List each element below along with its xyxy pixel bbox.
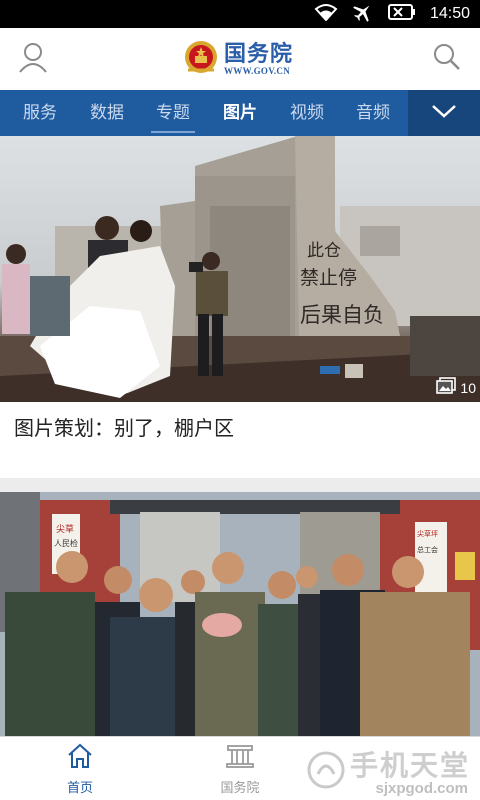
search-icon[interactable]	[432, 42, 462, 76]
watermark: 手机天堂 sjxpgod.com	[296, 744, 476, 800]
home-icon	[66, 743, 94, 773]
tab-services[interactable]: 服务	[12, 90, 68, 136]
sign-text-4: 总工会	[417, 545, 438, 554]
gov-logo: 国务院 WWW.GOV.CN	[184, 40, 293, 80]
wall-graffiti-3: 后果自负	[300, 303, 384, 327]
tab-audio[interactable]: 音频	[345, 90, 401, 136]
category-nav: 服务 数据 专题 图片 视频 音频	[0, 90, 480, 136]
card-caption[interactable]: 图片策划：别了，棚户区	[14, 412, 234, 441]
wall-graffiti-2: 禁止停	[300, 267, 357, 289]
photo-card[interactable]: 此仓 禁止停 后果自负 10 图片策划：别了，棚户区	[0, 136, 480, 478]
watermark-logo-icon	[306, 750, 346, 794]
battery-icon	[387, 4, 416, 24]
national-emblem-icon	[184, 40, 218, 80]
sign-text-3: 尖草坪	[417, 529, 438, 538]
user-icon[interactable]	[18, 42, 48, 78]
status-time: 14:50	[429, 5, 470, 22]
airplane-icon	[352, 2, 374, 26]
logo-name: 国务院	[224, 42, 294, 67]
building-icon	[225, 745, 255, 773]
bottom-nav-state-council-label: 国务院	[220, 781, 260, 796]
bottom-nav-home[interactable]: 首页	[40, 743, 120, 796]
watermark-text: 手机天堂	[349, 749, 470, 782]
logo-url: WWW.GOV.CN	[224, 66, 291, 76]
app-header: 国务院 WWW.GOV.CN	[0, 28, 480, 90]
tab-videos[interactable]: 视频	[279, 90, 335, 136]
tab-photos[interactable]: 图片	[212, 90, 268, 136]
more-tabs-button[interactable]	[408, 90, 480, 136]
sign-text-2: 人民检	[54, 538, 78, 548]
bottom-nav-state-council[interactable]: 国务院	[200, 743, 280, 796]
card-photo[interactable]: 尖草 人民检 尖草坪 总工会	[0, 492, 480, 736]
photo-card[interactable]: 尖草 人民检 尖草坪 总工会	[0, 492, 480, 736]
status-bar: 14:50	[0, 0, 480, 28]
watermark-url: sjxpgod.com	[375, 780, 468, 797]
chevron-down-icon	[431, 103, 457, 123]
gallery-icon	[436, 377, 457, 398]
wifi-icon	[314, 3, 338, 25]
tab-topics[interactable]: 专题	[145, 90, 201, 136]
photo-count: 10	[460, 379, 476, 396]
tab-data[interactable]: 数据	[79, 90, 135, 136]
sign-text-1: 尖草	[56, 523, 74, 535]
bottom-nav-home-label: 首页	[66, 781, 93, 796]
card-photo[interactable]: 此仓 禁止停 后果自负 10	[0, 136, 480, 402]
photo-count-badge: 10	[436, 377, 476, 398]
wall-graffiti-1: 此仓	[307, 241, 341, 261]
